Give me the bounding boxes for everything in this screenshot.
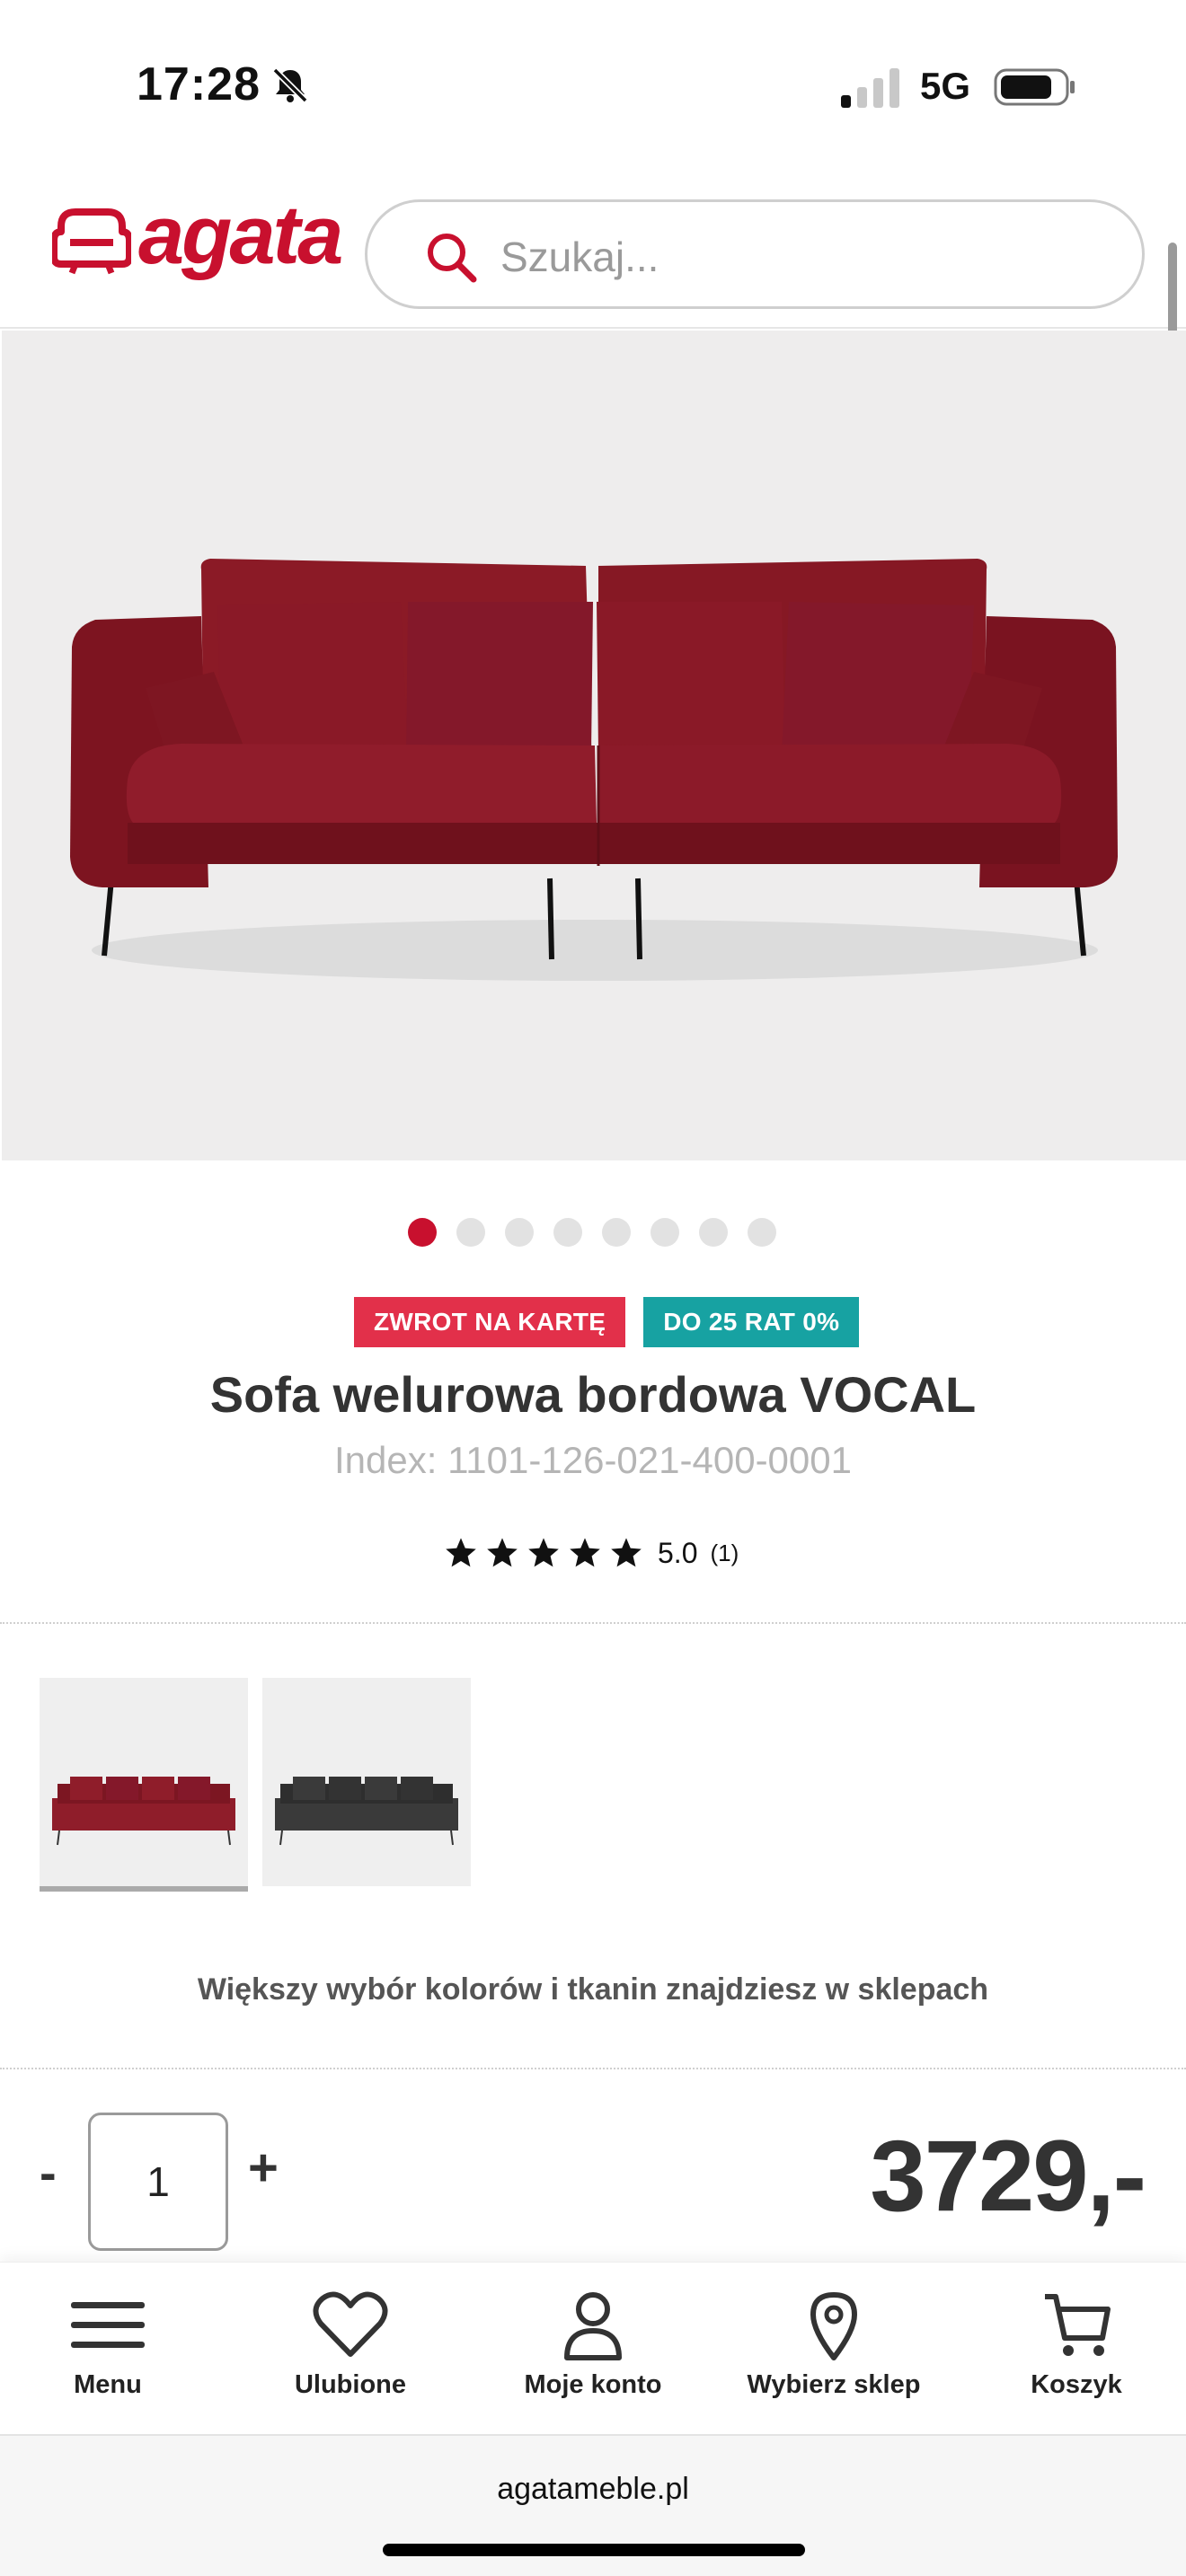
gallery-dot[interactable] xyxy=(505,1218,534,1247)
location-pin-icon xyxy=(810,2292,857,2360)
gallery-dot[interactable] xyxy=(699,1218,728,1247)
quantity-increase-button[interactable]: + xyxy=(248,2138,279,2198)
divider xyxy=(0,2068,1186,2069)
star-icon xyxy=(528,1538,559,1567)
nav-account[interactable]: Moje konto xyxy=(476,2289,710,2400)
product-image xyxy=(70,559,1118,981)
heart-icon xyxy=(313,2291,388,2357)
network-type: 5G xyxy=(920,65,971,107)
gallery-dot[interactable] xyxy=(408,1218,437,1247)
gallery-pagination xyxy=(0,1218,1186,1247)
variant-thumbnail-gray[interactable] xyxy=(262,1678,471,1886)
site-header: agata xyxy=(0,153,1186,329)
nav-cart[interactable]: Koszyk xyxy=(960,2289,1186,2400)
search-bar[interactable] xyxy=(365,199,1145,309)
variant-thumbnail-red[interactable] xyxy=(40,1678,248,1892)
search-icon[interactable] xyxy=(423,229,479,285)
user-icon xyxy=(564,2292,622,2360)
product-image-gallery[interactable] xyxy=(2,331,1186,1160)
nav-label: Koszyk xyxy=(1031,2370,1122,2399)
gallery-dot[interactable] xyxy=(602,1218,631,1247)
agata-logo[interactable]: agata xyxy=(52,192,343,282)
nav-label: Wybierz sklep xyxy=(747,2370,921,2399)
nav-label: Menu xyxy=(74,2370,142,2399)
nav-favorites[interactable]: Ulubione xyxy=(234,2289,467,2400)
badge-refund[interactable]: ZWROT NA KARTĘ xyxy=(354,1297,626,1347)
bottom-navigation: Menu Ulubione Moje konto Wybierz sklep K… xyxy=(0,2262,1186,2434)
variant-image xyxy=(275,1777,458,1846)
nav-store[interactable]: Wybierz sklep xyxy=(717,2289,951,2400)
quantity-decrease-button[interactable]: - xyxy=(40,2143,57,2201)
signal-icon xyxy=(841,68,899,108)
badge-installments[interactable]: DO 25 RAT 0% xyxy=(643,1297,860,1347)
star-icon xyxy=(570,1538,600,1567)
product-rating[interactable]: 5.0 (1) xyxy=(444,1536,739,1570)
nav-label: Ulubione xyxy=(294,2370,407,2399)
status-bar: 17:28 5G xyxy=(0,0,1186,153)
product-index: Index: 1101-126-021-400-0001 xyxy=(333,1439,852,1481)
gallery-dot[interactable] xyxy=(748,1218,776,1247)
bell-slash-icon xyxy=(272,67,308,103)
search-input[interactable] xyxy=(500,225,1111,288)
cart-icon xyxy=(1045,2294,1111,2356)
status-time: 17:28 xyxy=(137,58,261,110)
rating-stars xyxy=(444,1536,643,1570)
url-text[interactable]: agatameble.pl xyxy=(0,2472,1186,2507)
rating-value: 5.0 xyxy=(658,1536,698,1569)
star-icon xyxy=(487,1538,518,1567)
promo-badges: ZWROT NA KARTĘ DO 25 RAT 0% xyxy=(354,1297,860,1347)
nav-menu[interactable]: Menu xyxy=(0,2289,225,2400)
more-colors-note: Większy wybór kolorów i tkanin znajdzies… xyxy=(197,1972,989,2007)
divider xyxy=(0,1622,1186,1624)
star-icon xyxy=(446,1538,476,1567)
rating-count[interactable]: (1) xyxy=(710,1539,739,1567)
quantity-field[interactable]: 1 xyxy=(88,2113,228,2251)
product-title: Sofa welurowa bordowa VOCAL xyxy=(209,1366,977,1423)
nav-label: Moje konto xyxy=(524,2370,662,2399)
sofa-logo-icon xyxy=(52,208,131,275)
product-price: 3729,- xyxy=(870,2120,1146,2232)
gallery-dot[interactable] xyxy=(553,1218,582,1247)
color-variants xyxy=(40,1678,471,1892)
variant-image xyxy=(52,1777,235,1846)
battery-icon xyxy=(994,68,1075,106)
gallery-dot[interactable] xyxy=(651,1218,679,1247)
star-icon xyxy=(611,1538,642,1567)
logo-text: agata xyxy=(138,190,343,281)
browser-url-bar[interactable]: agatameble.pl xyxy=(0,2434,1186,2576)
home-indicator[interactable] xyxy=(383,2544,805,2556)
menu-icon xyxy=(71,2302,145,2348)
gallery-dot[interactable] xyxy=(456,1218,485,1247)
